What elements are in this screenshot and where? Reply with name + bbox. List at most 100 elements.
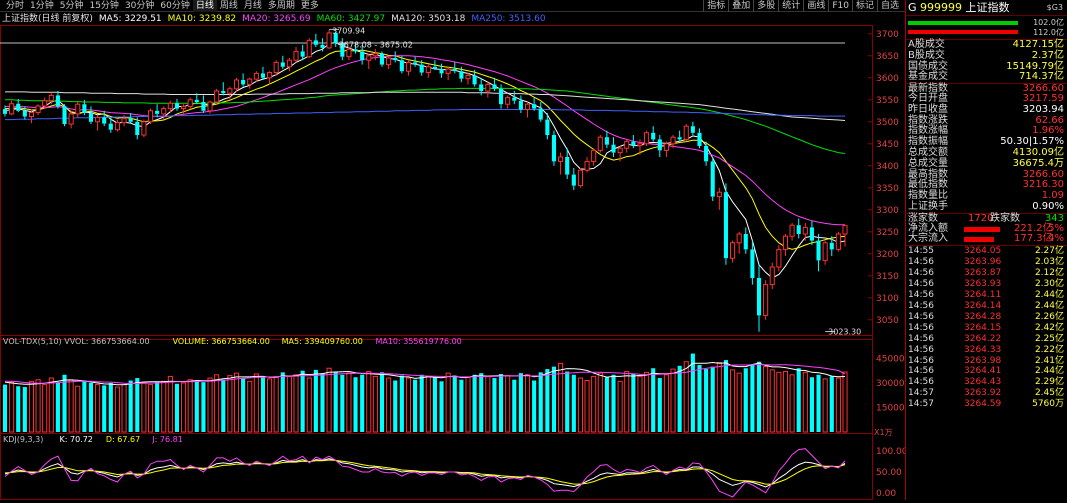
volume-bar (571, 374, 576, 432)
volume-bar (128, 380, 133, 432)
candle (677, 130, 682, 142)
volume-bar (657, 378, 662, 432)
tick-row: 14:56 3264.43 2.29亿 (906, 377, 1067, 388)
volume-bar (9, 381, 15, 433)
volume-bar (750, 364, 755, 432)
volume-bar (730, 369, 736, 433)
period-tab-2[interactable]: 5分钟 (57, 0, 87, 12)
candle (102, 110, 107, 127)
volume-bar (280, 372, 285, 432)
volume-bar (95, 384, 101, 433)
tick-price: 3264.14 (964, 300, 1002, 311)
candle (584, 157, 590, 173)
annotation-label: 3678.08 - 3675.02 (339, 40, 413, 49)
tick-time: 14:56 (908, 366, 934, 377)
volume-bar (75, 385, 81, 433)
period-tab-8[interactable]: 月线 (241, 0, 265, 12)
tick-row: 14:56 3263.98 2.41亿 (906, 356, 1067, 367)
volume-bar (499, 373, 504, 432)
volume-bar (247, 380, 253, 433)
volume-bar (472, 374, 477, 432)
volume-bar (167, 375, 173, 433)
candle (663, 141, 669, 157)
tick-volume: 2.29亿 (1034, 377, 1064, 388)
volume-bar (452, 375, 457, 432)
candle (247, 77, 253, 89)
candle (624, 139, 630, 153)
volume-bar (704, 369, 709, 432)
volume-bar (28, 380, 35, 433)
quote-header: G 999999 上证指数 $G3 (906, 0, 1067, 16)
volume-bar (631, 373, 636, 432)
quote-row-value: 0.90% (1032, 200, 1064, 212)
quote-row: 昨日收盘 3203.94 (906, 104, 1067, 116)
period-tab-7[interactable]: 周线 (217, 0, 241, 12)
candle (551, 130, 557, 166)
bottom-bar-value: 112.0亿 (1033, 28, 1064, 37)
tick-price: 3263.96 (964, 257, 1002, 268)
volume-bar (366, 371, 372, 433)
tick-price: 3264.59 (964, 399, 1002, 410)
tick-list[interactable]: 14:55 3264.05 2.27亿 14:56 3263.96 2.03亿 14:56 3… (906, 245, 1067, 410)
tool-button-6[interactable]: 标记 (851, 0, 877, 12)
period-tab-10[interactable]: 更多 (298, 0, 322, 12)
flow-row: 大宗流入 177.3亿 4% (906, 234, 1067, 245)
volume-bar (524, 374, 531, 433)
price-tick-label: 3400 (876, 162, 899, 172)
kdj-tick-label: 100.00 (876, 447, 905, 457)
price-tick-label: 3350 (876, 184, 899, 194)
annotation-label: 3709.94 (332, 26, 365, 35)
period-tab-3[interactable]: 15分钟 (86, 0, 121, 12)
tool-button-7[interactable]: 自选 (876, 0, 902, 12)
candle (789, 223, 795, 241)
tool-button-4[interactable]: 画线 (803, 0, 828, 12)
candle (631, 135, 636, 149)
quote-panel: G 999999 上证指数 $G3 102.0亿 112.0亿 A股成交 4127… (905, 0, 1067, 500)
period-tab-0[interactable]: 分时 (3, 0, 27, 12)
volume-bar (147, 384, 154, 433)
volume-bar (174, 383, 180, 432)
tick-time: 14:56 (908, 289, 934, 300)
candle (280, 55, 285, 69)
quote-prefix: G (908, 1, 917, 14)
quote-row-value: 714.37亿 (1019, 71, 1064, 83)
tick-time: 14:56 (908, 300, 934, 311)
volume-bar (782, 371, 789, 433)
tool-button-1[interactable]: 叠加 (728, 0, 753, 12)
tick-time: 14:56 (908, 344, 934, 355)
candle (16, 98, 21, 113)
tool-button-5[interactable]: F10 (828, 0, 852, 12)
tool-button-0[interactable]: 指标 (703, 0, 728, 12)
tick-time: 14:56 (908, 257, 934, 268)
volume-bar (353, 377, 358, 432)
volume-legend-item: MA5: 339409760.00 (282, 337, 363, 346)
candle (147, 108, 154, 124)
candle (591, 148, 597, 166)
tick-time: 14:56 (908, 333, 934, 344)
kline-chart[interactable]: 3050 3100 3150 3200 3250 3300 3350 3400 3450 3500… (0, 25, 908, 500)
volume-bar (241, 378, 246, 432)
volume-bar (710, 366, 715, 432)
candle (75, 102, 81, 118)
tool-button-3[interactable]: 统计 (778, 0, 803, 12)
tick-volume: 2.42亿 (1034, 322, 1064, 333)
volume-bar (114, 386, 120, 433)
tool-button-2[interactable]: 多股 (753, 0, 778, 12)
period-tab-9[interactable]: 多周期 (265, 0, 298, 12)
candle (267, 71, 273, 85)
period-tab-5[interactable]: 60分钟 (157, 0, 192, 12)
quote-row: B股成交 2.37亿 (906, 50, 1067, 62)
period-tab-1[interactable]: 1分钟 (27, 0, 57, 12)
tick-row: 14:56 3263.93 2.30亿 (906, 279, 1067, 290)
period-tab-6[interactable]: 日线 (192, 0, 217, 12)
volume-bar (651, 368, 656, 432)
volume-bar (716, 362, 722, 433)
volume-bar (459, 379, 464, 432)
tick-row: 14:55 3264.05 2.27亿 (906, 246, 1067, 257)
candle (68, 110, 74, 129)
volume-bar (597, 372, 603, 433)
buy-sell-bars: 102.0亿 112.0亿 (906, 16, 1067, 40)
quote-row-label: 上证换手 (908, 200, 948, 212)
candle (518, 95, 523, 113)
period-tab-4[interactable]: 30分钟 (122, 0, 157, 12)
